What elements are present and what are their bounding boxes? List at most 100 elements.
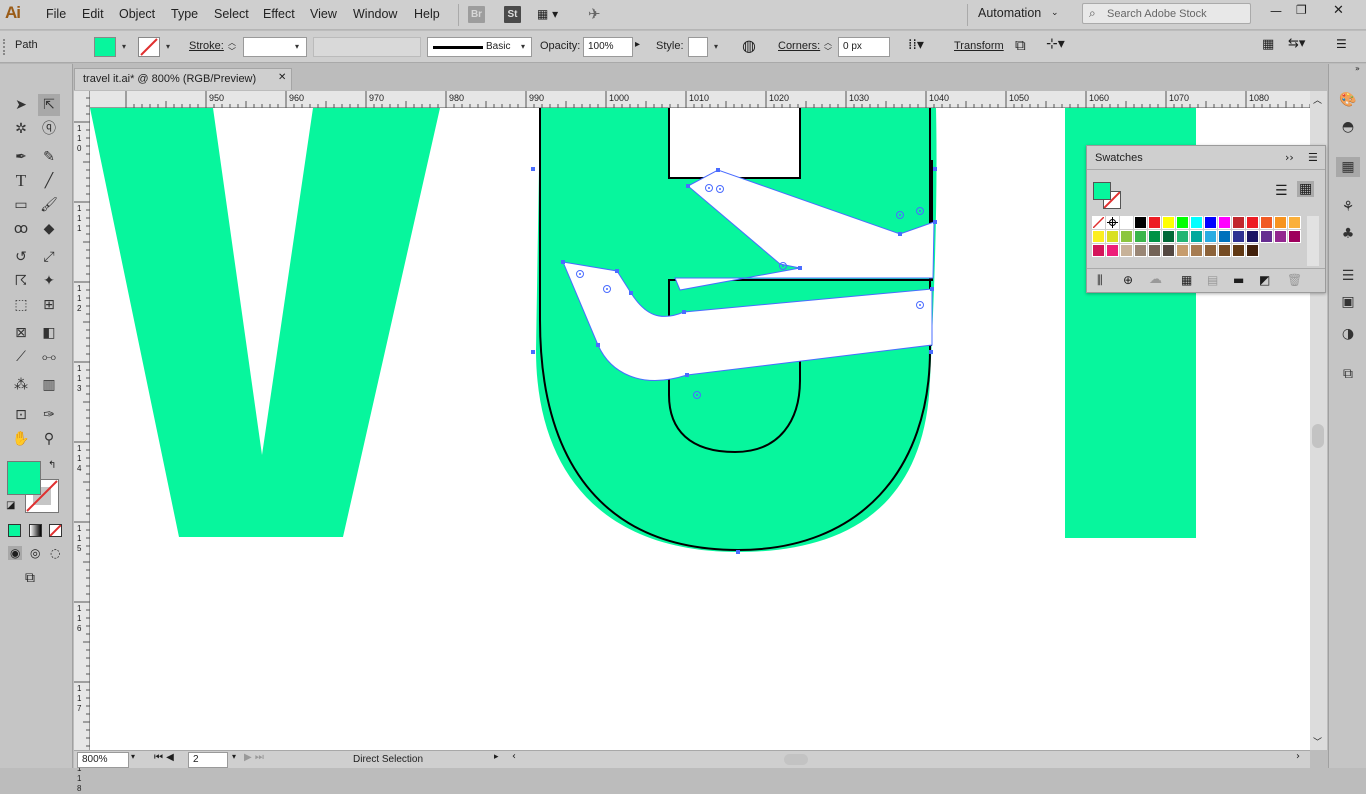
draw-normal-icon[interactable]: ◉	[8, 546, 23, 560]
corners-stepper[interactable]: ︿ ﹀	[824, 38, 832, 56]
menu-help[interactable]: Help	[414, 7, 440, 21]
graph-tool-icon[interactable]: ▥	[38, 374, 60, 396]
shape-builder-icon[interactable]: ⊞	[38, 294, 60, 316]
artboard-number-field[interactable]: 2	[188, 752, 228, 768]
variable-width-profile[interactable]	[313, 37, 421, 57]
stroke-swatch[interactable]	[138, 37, 160, 57]
lasso-icon[interactable]: ⓠ	[38, 118, 60, 140]
anchor-point[interactable]	[736, 550, 740, 554]
gradient-mode-button[interactable]	[29, 524, 42, 537]
scroll-thumb[interactable]	[1312, 424, 1324, 448]
menu-view[interactable]: View	[310, 7, 337, 21]
anchor-point[interactable]	[933, 167, 937, 171]
color-mode-button[interactable]	[8, 524, 21, 537]
stroke-weight-stepper[interactable]: ︿ ﹀	[228, 38, 236, 56]
color-swatch[interactable]	[1274, 230, 1287, 243]
color-swatch[interactable]	[1162, 230, 1175, 243]
screen-mode-icon[interactable]: ⧉	[25, 570, 35, 586]
color-swatch[interactable]	[1190, 244, 1203, 257]
arrange-documents-icon[interactable]: ▦ ▾	[537, 7, 558, 21]
symbol-sprayer-icon[interactable]: ⁂	[10, 374, 32, 396]
arrange-icon[interactable]: ⇆▾	[1288, 36, 1305, 51]
none-swatch[interactable]	[1092, 216, 1105, 229]
color-swatch[interactable]	[1148, 244, 1161, 257]
blend-tool-icon[interactable]: ⧟	[38, 346, 60, 368]
anchor-point[interactable]	[933, 220, 937, 224]
swatch-scrollbar[interactable]	[1307, 216, 1319, 266]
anchor-point[interactable]	[682, 310, 686, 314]
color-group-options-icon[interactable]: ▤	[1207, 273, 1218, 287]
opacity-field[interactable]: 100%	[583, 37, 633, 57]
paintbrush-icon[interactable]: 🖌	[38, 194, 60, 216]
minimize-button[interactable]: —	[1270, 4, 1282, 18]
default-colors-icon[interactable]: ◪	[6, 500, 15, 511]
letter-v-shape[interactable]	[90, 108, 440, 537]
color-swatch[interactable]	[1232, 216, 1245, 229]
hscroll-thumb[interactable]	[784, 754, 808, 765]
chevron-down-icon[interactable]: ▾	[161, 37, 175, 57]
grip-handle[interactable]	[3, 39, 8, 55]
menu-object[interactable]: Object	[119, 7, 155, 21]
draw-behind-icon[interactable]: ◎	[30, 546, 40, 560]
menu-type[interactable]: Type	[171, 7, 198, 21]
color-guide-icon[interactable]: ◓	[1338, 117, 1358, 137]
anchor-point[interactable]	[561, 260, 565, 264]
color-swatch[interactable]	[1148, 230, 1161, 243]
color-swatch[interactable]	[1246, 230, 1259, 243]
restore-button[interactable]: ❐	[1296, 3, 1307, 17]
scroll-down-icon[interactable]: ﹀	[1313, 735, 1322, 748]
workspace-switcher[interactable]: Automation	[978, 6, 1041, 20]
collapse-panel-icon[interactable]: ››	[1285, 151, 1294, 164]
anchor-point[interactable]	[716, 168, 720, 172]
anchor-point[interactable]	[596, 343, 600, 347]
menu-window[interactable]: Window	[353, 7, 397, 21]
bridge-button[interactable]: Br	[468, 6, 485, 23]
swatch-options-icon[interactable]: ▦	[1181, 273, 1192, 287]
scroll-left-icon[interactable]: ‹	[512, 751, 516, 762]
color-swatch[interactable]	[1288, 230, 1301, 243]
appearance-icon[interactable]: ⧉	[1338, 364, 1358, 384]
color-swatch[interactable]	[1106, 230, 1119, 243]
artboard-tool-icon[interactable]: ⊡	[10, 404, 32, 426]
panel-toggle-icon[interactable]: ▦	[1262, 37, 1274, 52]
draw-inside-icon[interactable]: ◌	[50, 546, 60, 560]
color-swatch[interactable]	[1218, 230, 1231, 243]
fill-swatch[interactable]	[94, 37, 116, 57]
chevron-down-icon[interactable]: ▾	[232, 752, 236, 761]
slice-tool-icon[interactable]: ✑	[38, 404, 60, 426]
isolate-icon[interactable]: ⧉	[1015, 36, 1026, 54]
anchor-point[interactable]	[531, 350, 535, 354]
search-input[interactable]: Search Adobe Stock	[1107, 8, 1207, 20]
color-swatch[interactable]	[1134, 230, 1147, 243]
stroke-panel-icon[interactable]: ☰	[1338, 266, 1358, 286]
zoom-field[interactable]: 800%	[77, 752, 129, 768]
transparency-icon[interactable]: ◑	[1338, 324, 1358, 344]
color-swatch[interactable]	[1190, 216, 1203, 229]
color-swatch[interactable]	[1176, 244, 1189, 257]
color-swatch[interactable]	[1134, 216, 1147, 229]
anchor-point[interactable]	[615, 269, 619, 273]
menu-select[interactable]: Select	[214, 7, 249, 21]
corners-label[interactable]: Corners:	[778, 40, 820, 52]
scroll-up-icon[interactable]: ︿	[1313, 93, 1322, 106]
show-kinds-icon[interactable]: ⊕	[1123, 273, 1133, 287]
gradient-panel-icon[interactable]: ▣	[1338, 292, 1358, 312]
anchor-point[interactable]	[929, 350, 933, 354]
color-swatch[interactable]	[1120, 216, 1133, 229]
anchor-point[interactable]	[686, 184, 690, 188]
selection-tool-icon[interactable]: ➤	[10, 94, 32, 116]
stock-search[interactable]: ⌕ Search Adobe Stock	[1082, 3, 1251, 24]
corners-field[interactable]: 0 px	[838, 37, 890, 57]
color-swatch[interactable]	[1106, 244, 1119, 257]
color-swatch[interactable]	[1204, 244, 1217, 257]
color-swatch[interactable]	[1176, 230, 1189, 243]
type-tool-icon[interactable]: T	[10, 170, 32, 192]
color-swatch[interactable]	[1120, 230, 1133, 243]
close-window-button[interactable]: ✕	[1333, 3, 1344, 18]
expand-icon[interactable]: »	[1355, 64, 1360, 73]
menu-effect[interactable]: Effect	[263, 7, 295, 21]
shaper-tool-icon[interactable]: ꝏ	[10, 218, 32, 240]
color-swatch[interactable]	[1260, 230, 1273, 243]
anchor-point[interactable]	[531, 167, 535, 171]
swatch-libraries-icon[interactable]: ⫼	[1097, 273, 1103, 288]
